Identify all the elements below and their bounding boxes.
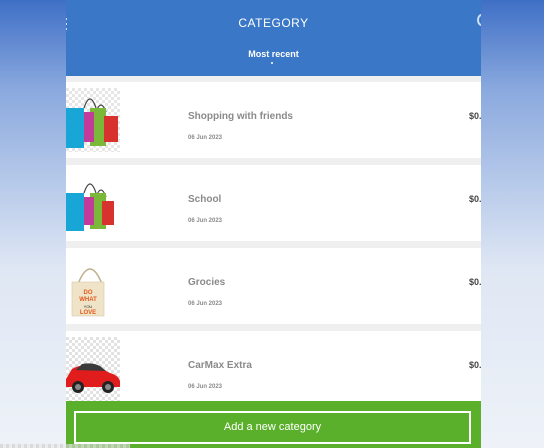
category-card[interactable]: CarMax Extra 06 Jun 2023 $0.	[66, 331, 481, 407]
category-amount: $0.	[469, 360, 481, 370]
svg-text:WHAT: WHAT	[79, 297, 97, 303]
add-category-button[interactable]: Add a new category	[74, 411, 471, 444]
tab-indicator	[271, 62, 273, 64]
car-icon	[66, 337, 120, 401]
svg-text:DO: DO	[84, 290, 93, 296]
svg-text:YOU: YOU	[84, 304, 93, 309]
page-title: CATEGORY	[66, 16, 481, 30]
category-date: 06 Jun 2023	[188, 301, 222, 307]
search-icon[interactable]	[477, 14, 481, 26]
app-screen: CATEGORY Most recent Shopping with frien…	[66, 0, 481, 448]
svg-text:LOVE: LOVE	[80, 310, 96, 316]
shopping-bags-icon	[66, 88, 120, 152]
category-date: 06 Jun 2023	[188, 218, 222, 224]
shopping-bags-icon	[66, 171, 120, 235]
category-card[interactable]: Shopping with friends 06 Jun 2023 $0.	[66, 82, 481, 158]
category-name: Shopping with friends	[188, 111, 293, 122]
category-card[interactable]: DO WHAT YOU LOVE Grocies 06 Jun 2023 $0.	[66, 248, 481, 324]
category-date: 06 Jun 2023	[188, 135, 222, 141]
sort-tab-most-recent[interactable]: Most recent	[66, 49, 481, 59]
category-amount: $0.	[469, 111, 481, 121]
app-header: CATEGORY Most recent	[66, 0, 481, 76]
tote-bag-icon: DO WHAT YOU LOVE	[66, 254, 120, 318]
background-stripe	[0, 444, 130, 448]
footer-bar: Add a new category	[66, 401, 481, 448]
category-card[interactable]: School 06 Jun 2023 $0.	[66, 165, 481, 241]
category-name: CarMax Extra	[188, 360, 252, 371]
category-name: Grocies	[188, 277, 225, 288]
category-amount: $0.	[469, 194, 481, 204]
category-name: School	[188, 194, 221, 205]
category-date: 06 Jun 2023	[188, 384, 222, 390]
category-amount: $0.	[469, 277, 481, 287]
